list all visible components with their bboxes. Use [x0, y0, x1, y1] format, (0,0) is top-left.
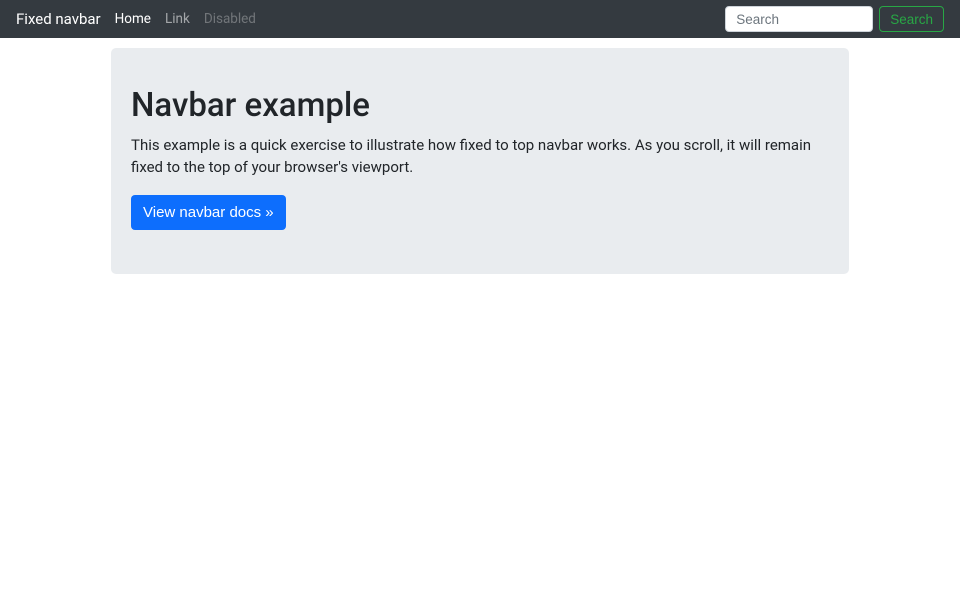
- navbar-brand[interactable]: Fixed navbar: [16, 10, 101, 28]
- search-input[interactable]: [725, 6, 873, 32]
- nav-link-home[interactable]: Home: [115, 11, 151, 27]
- navbar-left: Fixed navbar Home Link Disabled: [16, 10, 256, 28]
- page-title: Navbar example: [131, 86, 829, 125]
- page-description: This example is a quick exercise to illu…: [131, 135, 829, 179]
- navbar: Fixed navbar Home Link Disabled Search: [0, 0, 960, 38]
- nav-links: Home Link Disabled: [115, 11, 256, 27]
- nav-link-disabled: Disabled: [204, 11, 256, 27]
- navbar-right: Search: [725, 6, 944, 32]
- nav-link-link[interactable]: Link: [165, 11, 190, 27]
- search-button[interactable]: Search: [879, 6, 944, 32]
- main-content: Navbar example This example is a quick e…: [0, 38, 960, 274]
- view-docs-button[interactable]: View navbar docs »: [131, 195, 286, 230]
- hero-box: Navbar example This example is a quick e…: [111, 48, 849, 274]
